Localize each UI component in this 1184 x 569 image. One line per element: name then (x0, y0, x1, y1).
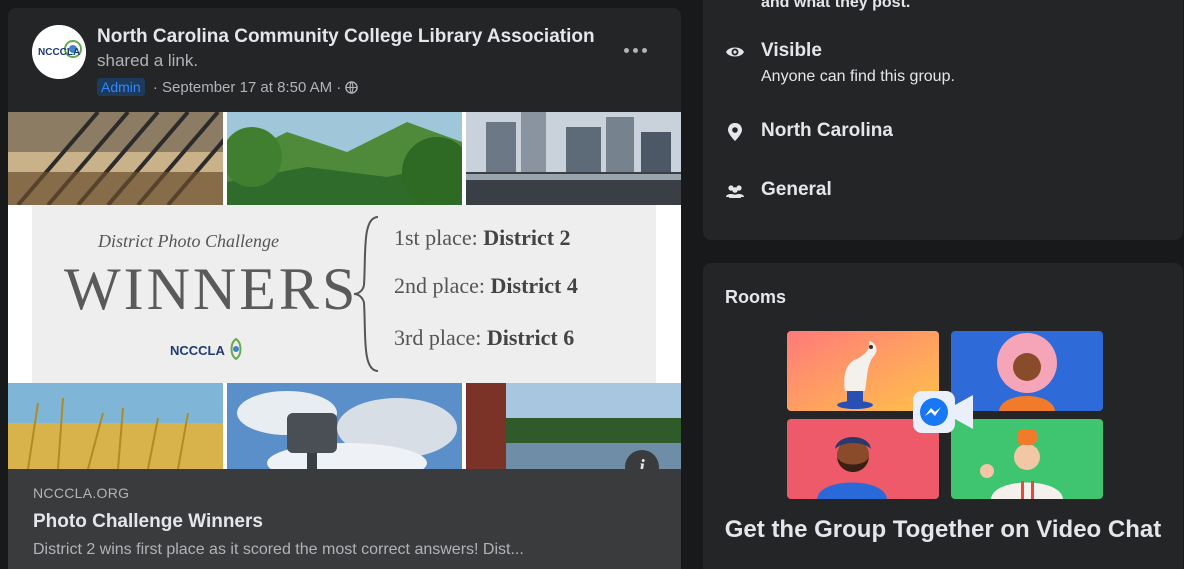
post-header: NCCCLA North Carolina Community College … (8, 8, 681, 112)
link-preview-footer[interactable]: NCCCLA.ORG Photo Challenge Winners Distr… (8, 469, 681, 569)
location-pin-icon (725, 122, 745, 142)
more-options-button[interactable] (618, 38, 652, 62)
rooms-cta: Get the Group Together on Video Chat (724, 516, 1162, 543)
post-timestamp-link[interactable]: · September 17 at 8:50 AM · (153, 79, 341, 96)
link-description: District 2 wins first place as it scored… (33, 541, 524, 558)
second-place: 2nd place: District 4 (394, 273, 578, 298)
first-place: 1st place: District 2 (394, 225, 571, 250)
photo-balcony (8, 112, 223, 205)
globe-icon (345, 81, 359, 98)
brace-icon (353, 216, 379, 372)
group-avatar[interactable]: NCCCLA (32, 25, 86, 79)
admin-badge: Admin (97, 78, 145, 96)
banner-subtitle: District Photo Challenge (98, 231, 279, 251)
banner-headline: WINNERS (64, 256, 359, 322)
rooms-title: Rooms (725, 287, 787, 307)
post-author-link[interactable]: North Carolina Community College Library… (97, 26, 595, 48)
winners-banner: District Photo Challenge WINNERS NCCCLA … (8, 205, 681, 383)
about-group-card: and what they post. Visible Anyone can f… (703, 0, 1183, 240)
rooms-illustration[interactable] (787, 331, 1103, 499)
about-category-label: General (761, 179, 832, 200)
about-visible-label: Visible (761, 40, 822, 61)
photo-water-tower (227, 383, 462, 469)
eye-icon (725, 42, 745, 62)
photo-city (466, 112, 681, 205)
group-icon (725, 181, 745, 201)
about-visible-sub: Anyone can find this group. (761, 68, 955, 85)
svg-text:NCCCLA: NCCCLA (38, 47, 80, 58)
banner-logo: NCCCLA (170, 337, 244, 361)
third-place: 3rd place: District 6 (394, 325, 575, 350)
post-meta: Admin · September 17 at 8:50 AM · (97, 78, 359, 98)
ncccla-logo-icon: NCCCLA (32, 25, 86, 79)
link-title[interactable]: Photo Challenge Winners (33, 511, 263, 533)
post-action-text: shared a link. (97, 51, 199, 70)
about-cutoff-text: and what they post. (761, 0, 911, 11)
link-preview-image[interactable]: District Photo Challenge WINNERS NCCCLA … (8, 112, 681, 484)
photo-mountains (227, 112, 462, 205)
photo-grass (8, 383, 223, 469)
about-location-label[interactable]: North Carolina (761, 120, 893, 142)
link-domain: NCCCLA.ORG (33, 485, 130, 501)
group-post: NCCCLA North Carolina Community College … (8, 8, 681, 569)
more-options-icon (622, 47, 649, 53)
rooms-card: Rooms Get the Group Together on Video Ch… (703, 263, 1183, 569)
messenger-rooms-icon (913, 391, 975, 441)
